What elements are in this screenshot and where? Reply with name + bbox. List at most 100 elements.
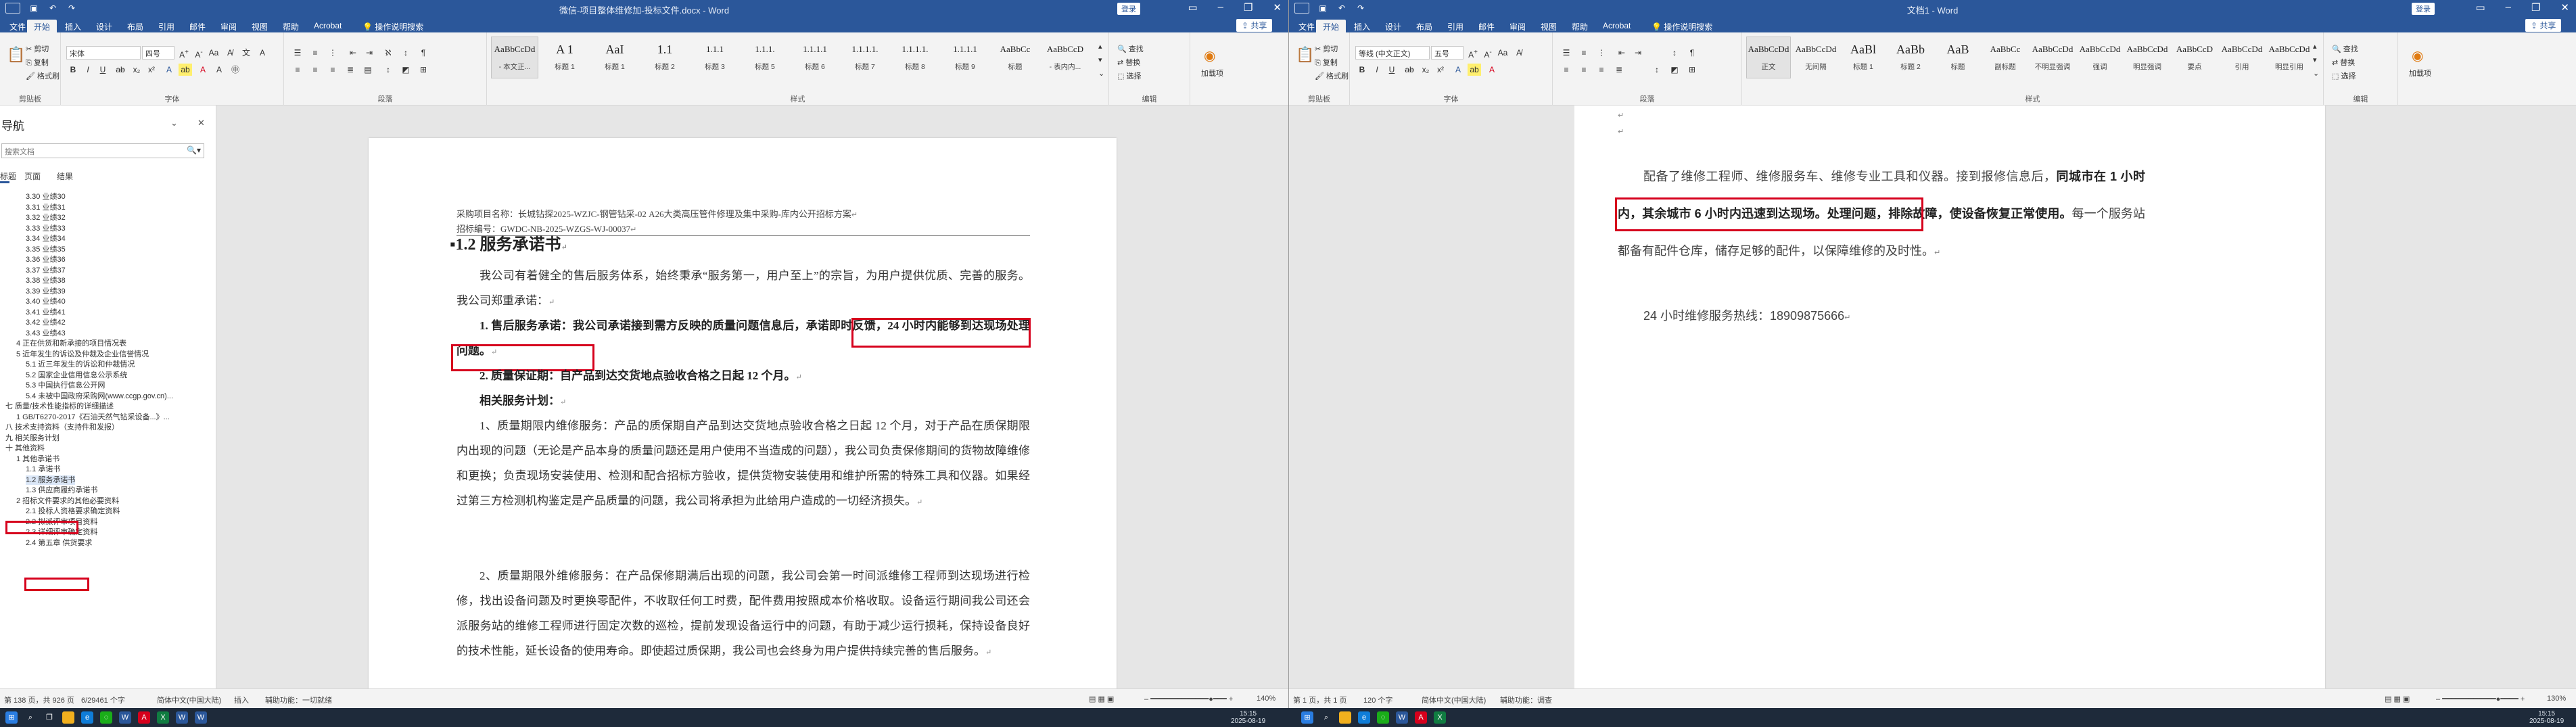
wechat-icon[interactable]: ◌ [1377, 711, 1389, 724]
replace-button[interactable]: ⇄ 替换 [1117, 57, 1140, 68]
highlight-icon[interactable]: ab [1468, 64, 1481, 76]
view-mode-icons[interactable]: ▤ ▦ ▣ [1089, 695, 1114, 703]
phonetic-icon[interactable]: 文 [239, 47, 253, 59]
page-count[interactable]: 第 138 页，共 926 页 [4, 695, 74, 705]
select-button[interactable]: ⬚ 选择 [2332, 70, 2356, 81]
strikethrough-icon[interactable]: ab [114, 64, 127, 76]
replace-button[interactable]: ⇄ 替换 [2332, 57, 2355, 68]
find-button[interactable]: 🔍 查找 [1117, 43, 1144, 54]
superscript-icon[interactable]: x² [145, 64, 158, 76]
clear-format-icon[interactable]: A̸ [223, 47, 237, 59]
tab-design[interactable]: 设计 [1378, 20, 1408, 32]
tab-help[interactable]: 帮助 [276, 20, 306, 32]
tab-view[interactable]: 视图 [245, 20, 275, 32]
sort-icon[interactable]: ↕ [1668, 47, 1681, 59]
bold-icon[interactable]: B [66, 64, 80, 76]
line-spacing-icon[interactable]: ↕ [381, 64, 395, 76]
share-button[interactable]: ⇪ 共享 [2525, 19, 2562, 32]
style-tile[interactable]: AaBbCc 副标题 [1983, 37, 2028, 78]
addins-icon[interactable]: ◉ [2412, 47, 2423, 64]
highlight-icon[interactable]: ab [179, 64, 192, 76]
style-tile[interactable]: AaBbCcDd 强调 [2078, 37, 2122, 78]
nav-heading-item[interactable]: 3.38 业绩38 [26, 276, 66, 285]
style-tile[interactable]: 1.1.1.1. 标题 7 [841, 37, 889, 78]
nav-heading-item[interactable]: 3.34 业绩34 [26, 234, 66, 243]
style-tile[interactable]: AaBb 标题 2 [1888, 37, 1933, 78]
addins-button[interactable]: 加载项 [1201, 68, 1223, 78]
bullets-icon[interactable]: ☰ [291, 47, 304, 59]
font-name-field[interactable]: 等线 (中文正文) [1355, 46, 1430, 60]
change-case-icon[interactable]: Aa [207, 47, 220, 59]
addins-icon[interactable]: ◉ [1204, 47, 1215, 64]
search-icon[interactable]: 🔍▾ [187, 145, 201, 155]
multilevel-icon[interactable]: ⋮ [326, 47, 339, 59]
change-case-icon[interactable]: Aa [1496, 47, 1509, 59]
maximize-icon[interactable]: ❐ [1244, 1, 1252, 14]
nav-heading-item[interactable]: 1 其他承诺书 [16, 454, 60, 464]
task-view-icon[interactable]: ❐ [43, 711, 55, 724]
numbering-icon[interactable]: ≡ [1577, 47, 1591, 59]
tell-me-search[interactable]: 💡 操作说明搜索 [1645, 20, 1719, 32]
line-spacing-icon[interactable]: ↕ [1650, 64, 1664, 76]
cut-button[interactable]: ✂ 剪切 [26, 43, 49, 54]
align-center-icon[interactable]: ≡ [1577, 64, 1591, 76]
view-mode-icons[interactable]: ▤ ▦ ▣ [2385, 695, 2410, 703]
style-tile[interactable]: AaBbCcD - 表内内... [1041, 37, 1089, 78]
nav-heading-item[interactable]: 1.1 承诺书 [26, 465, 60, 474]
align-center-icon[interactable]: ≡ [308, 64, 322, 76]
word-count[interactable]: 6/29461 个字 [81, 695, 125, 705]
style-tile[interactable]: AaBbCcDd 正文 [1746, 37, 1791, 78]
accessibility-status[interactable]: 辅助功能：调查 [1500, 695, 1552, 705]
nav-heading-item[interactable]: 1.2 服务承诺书 [26, 475, 76, 485]
font-color-icon[interactable]: A [1485, 64, 1499, 76]
minimize-icon[interactable]: – [2506, 1, 2511, 14]
copy-button[interactable]: ⎘ 复制 [26, 57, 49, 68]
nav-heading-item[interactable]: 3.31 业绩31 [26, 203, 66, 212]
tab-home[interactable]: 开始 [1316, 20, 1346, 32]
styles-scroll-down-icon[interactable]: ▾ [1098, 55, 1102, 64]
start-icon[interactable]: ⊞ [5, 711, 18, 724]
search-icon[interactable]: ⌕ [1320, 711, 1332, 724]
underline-icon[interactable]: U [1385, 64, 1399, 76]
chinese-layout-icon[interactable]: ℵ [381, 47, 395, 59]
addins-button[interactable]: 加载项 [2409, 68, 2431, 78]
show-marks-icon[interactable]: ¶ [417, 47, 430, 59]
nav-heading-item[interactable]: 1.3 供应商履约承诺书 [26, 486, 97, 495]
nav-heading-item[interactable]: 5 近年发生的诉讼及仲裁及企业信誉情况 [16, 350, 149, 359]
excel-icon[interactable]: X [157, 711, 169, 724]
accessibility-status[interactable]: 辅助功能：一切就绪 [265, 695, 332, 705]
subscript-icon[interactable]: x₂ [130, 64, 143, 76]
style-tile[interactable]: 1.1.1.1. 标题 8 [891, 37, 939, 78]
excel-icon[interactable]: X [1434, 711, 1446, 724]
style-tile[interactable]: AaBl 标题 1 [1841, 37, 1886, 78]
cut-button[interactable]: ✂ 剪切 [1315, 43, 1338, 54]
grow-font-icon[interactable]: A+ [177, 47, 191, 60]
nav-heading-item[interactable]: 3.39 业绩39 [26, 287, 66, 296]
word-window-icon[interactable]: W [176, 711, 188, 724]
tab-review[interactable]: 审阅 [1503, 20, 1532, 32]
wechat-icon[interactable]: ◌ [100, 711, 112, 724]
style-tile[interactable]: 1.1.1 标题 3 [691, 37, 739, 78]
paste-icon[interactable]: 📋 [1296, 46, 1314, 64]
nav-heading-item[interactable]: 九 相关服务计划 [5, 433, 60, 443]
distribute-icon[interactable]: ▤ [361, 64, 375, 76]
tab-layout[interactable]: 布局 [1409, 20, 1439, 32]
nav-heading-item[interactable]: 3.36 业绩36 [26, 255, 66, 264]
nav-search-input[interactable]: 搜索文档 🔍▾ [1, 143, 204, 158]
zoom-level[interactable]: 140% [1257, 695, 1275, 703]
tell-me-search[interactable]: 💡 操作说明搜索 [356, 20, 430, 32]
styles-scroll-down-icon[interactable]: ▾ [2313, 55, 2317, 64]
ribbon-display-icon[interactable]: ▭ [2475, 1, 2485, 14]
bold-icon[interactable]: B [1355, 64, 1369, 76]
word-count[interactable]: 120 个字 [1363, 695, 1392, 705]
sort-icon[interactable]: ↕ [399, 47, 413, 59]
nav-heading-item[interactable]: 十 其他资料 [5, 444, 45, 453]
format-painter-button[interactable]: 🖌 格式刷 [26, 70, 60, 81]
style-tile[interactable]: AaBbCc 标题 [991, 37, 1039, 78]
tab-mailings[interactable]: 邮件 [183, 20, 212, 32]
insert-mode[interactable]: 插入 [234, 695, 249, 705]
nav-heading-item[interactable]: 3.33 业绩33 [26, 224, 66, 233]
close-icon[interactable]: ✕ [2560, 1, 2569, 14]
nav-heading-item[interactable]: 3.30 业绩30 [26, 192, 66, 202]
styles-scroll-up-icon[interactable]: ▴ [1098, 42, 1102, 51]
